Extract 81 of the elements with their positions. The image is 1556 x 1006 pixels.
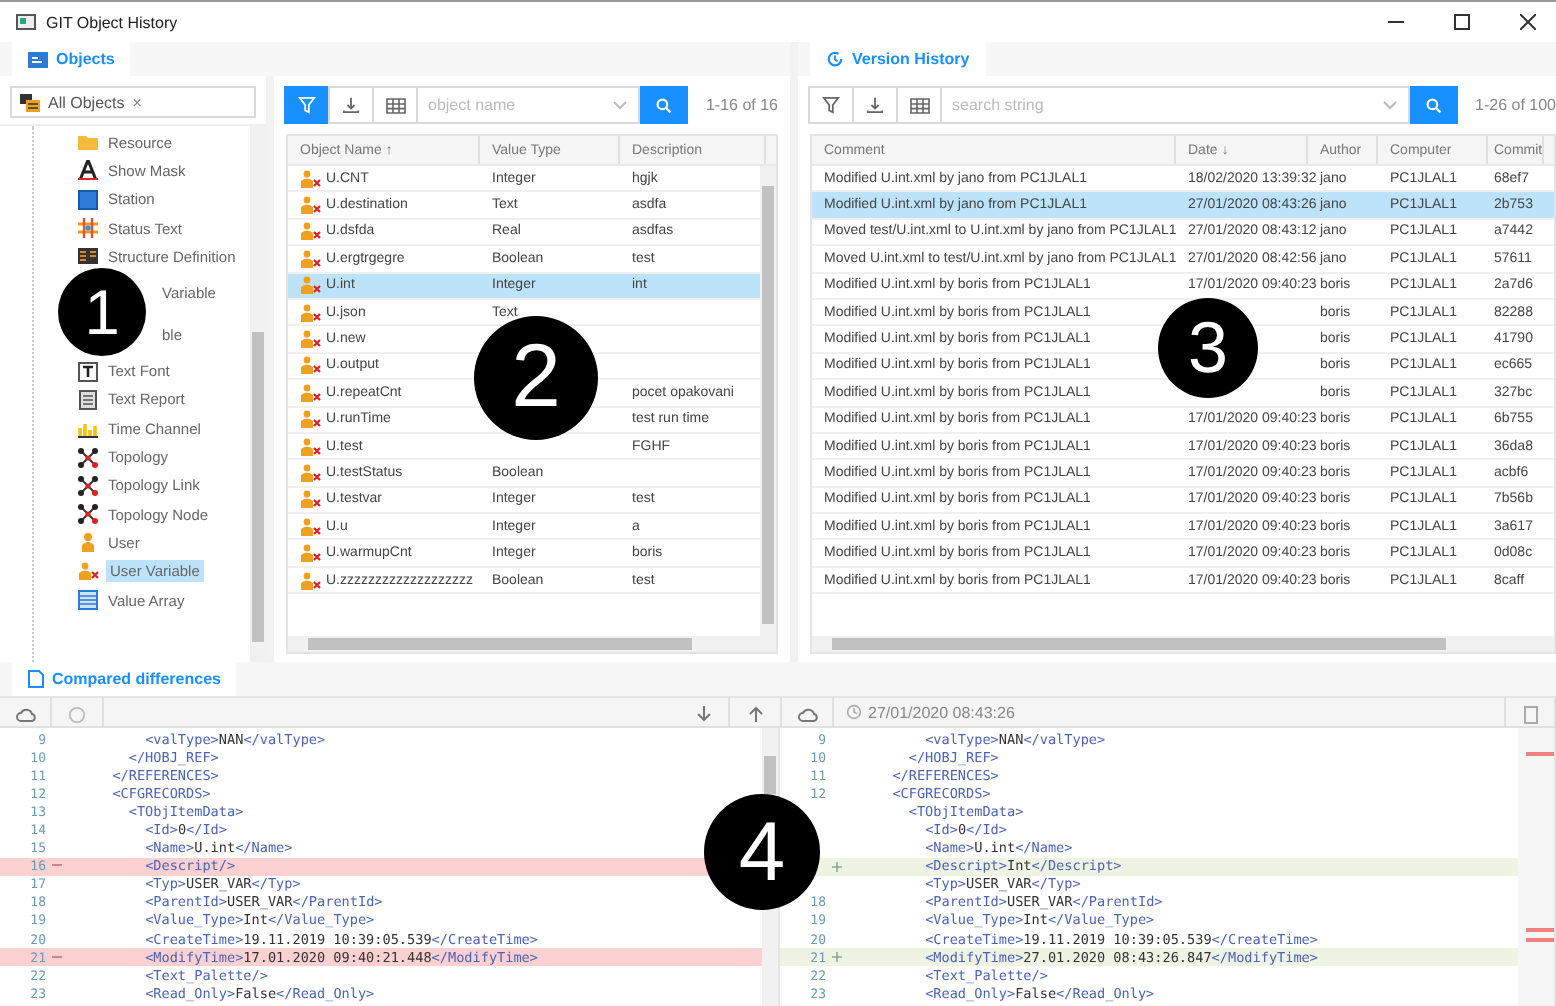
plus-icon xyxy=(832,952,842,963)
objects-filter-icon xyxy=(20,93,40,111)
result-count: 1-26 of 100 xyxy=(1475,96,1556,114)
result-count: 1-16 of 16 xyxy=(705,96,778,114)
user-variable-icon xyxy=(300,276,322,295)
chevron-down-icon[interactable] xyxy=(611,100,628,110)
cloud-icon xyxy=(797,707,817,721)
filter-chip[interactable]: All Objects × xyxy=(10,86,256,118)
scrollbar[interactable] xyxy=(812,636,1554,652)
user-variable-icon xyxy=(300,544,322,563)
scrollbar[interactable] xyxy=(288,636,776,652)
search-icon xyxy=(1425,97,1442,113)
report-icon xyxy=(78,389,98,410)
search-button[interactable] xyxy=(639,86,688,124)
arrow-down-icon xyxy=(695,706,711,722)
table-icon xyxy=(385,97,405,113)
letter-a-icon xyxy=(78,160,98,181)
download-button[interactable] xyxy=(852,86,898,124)
status-text-icon xyxy=(78,218,98,239)
clock-icon xyxy=(846,704,862,720)
callout-badge: 1 xyxy=(58,268,146,356)
user-variable-icon xyxy=(300,463,322,482)
structure-icon xyxy=(78,246,98,267)
station-icon xyxy=(78,189,98,210)
document-icon xyxy=(28,670,44,688)
minus-icon xyxy=(52,955,62,960)
plus-icon xyxy=(832,861,842,872)
user-variable-icon xyxy=(300,571,322,590)
columns-button[interactable] xyxy=(896,86,942,124)
filter-button[interactable] xyxy=(284,86,330,124)
user-icon xyxy=(78,532,98,553)
window-title: GIT Object History xyxy=(46,13,180,31)
search-field[interactable]: object name xyxy=(416,86,640,124)
minus-icon xyxy=(52,864,62,869)
user-variable-icon xyxy=(300,196,322,215)
objects-tab[interactable]: Objects xyxy=(12,42,131,76)
download-icon xyxy=(866,96,884,114)
user-variable-icon xyxy=(300,437,322,456)
remove-filter-button[interactable]: × xyxy=(132,93,142,111)
text-font-icon xyxy=(78,361,98,382)
version-timestamp: 27/01/2020 08:43:26 xyxy=(868,703,1015,721)
topology-icon xyxy=(78,447,98,468)
close-icon xyxy=(1520,14,1536,30)
app-icon xyxy=(16,14,36,30)
chevron-down-icon[interactable] xyxy=(1381,100,1398,110)
filter-icon xyxy=(298,96,316,114)
cloud-icon xyxy=(15,707,35,721)
user-variable-icon xyxy=(300,169,322,188)
bar-chart-icon xyxy=(78,418,98,439)
user-variable-icon xyxy=(78,562,100,581)
scrollbar[interactable] xyxy=(250,126,266,662)
user-variable-icon xyxy=(300,490,322,509)
user-variable-icon xyxy=(300,249,322,268)
chip-label: All Objects xyxy=(48,93,125,111)
search-button[interactable] xyxy=(1409,86,1458,124)
version-history-tab[interactable]: Version History xyxy=(810,42,986,76)
topology-icon xyxy=(78,504,98,525)
filter-icon xyxy=(822,96,840,114)
document-icon xyxy=(1523,705,1537,723)
table-icon xyxy=(909,97,929,113)
download-button[interactable] xyxy=(328,86,374,124)
value-array-icon xyxy=(78,590,98,610)
user-variable-icon xyxy=(300,330,322,349)
scrollbar[interactable] xyxy=(760,166,776,636)
user-variable-icon xyxy=(300,303,322,322)
user-variable-icon xyxy=(300,517,322,536)
download-icon xyxy=(342,96,360,114)
search-field[interactable]: search string xyxy=(940,86,1410,124)
columns-button[interactable] xyxy=(372,86,418,124)
folder-icon xyxy=(78,132,98,153)
user-variable-icon xyxy=(300,356,322,375)
search-icon xyxy=(655,97,672,113)
arrow-up-icon xyxy=(747,706,763,722)
maximize-icon xyxy=(1454,14,1470,30)
user-variable-icon xyxy=(300,410,322,429)
compared-differences-tab[interactable]: Compared differences xyxy=(12,662,237,696)
objects-icon xyxy=(28,51,48,67)
user-variable-icon xyxy=(300,222,322,241)
user-variable-icon xyxy=(300,383,322,402)
scrollbar-thumb[interactable] xyxy=(764,756,776,795)
topology-icon xyxy=(78,475,98,496)
